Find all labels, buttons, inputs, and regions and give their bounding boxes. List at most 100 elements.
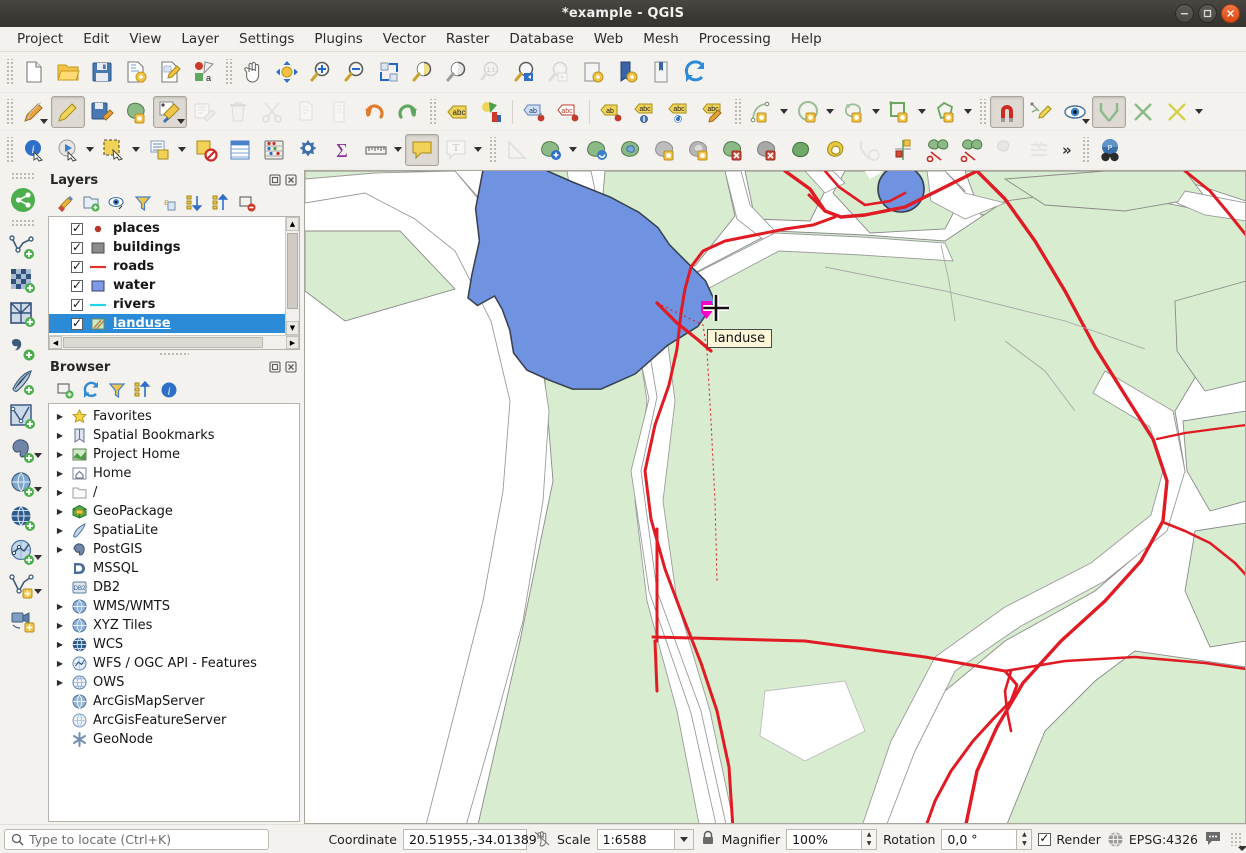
reshape-features-dropdown[interactable] [963,109,975,114]
magnifier-spin-buttons[interactable]: ▲▼ [862,829,877,850]
menu-view[interactable]: View [120,28,170,50]
map-canvas[interactable]: landuse [304,170,1246,824]
pin-labels-button[interactable]: abc [551,96,585,128]
offset-curve-dropdown[interactable] [1194,109,1206,114]
panel-splitter[interactable] [48,350,300,357]
add-delimited-text-layer-button[interactable] [3,332,43,366]
cut-features-button[interactable] [255,96,289,128]
select-features-button[interactable] [97,134,131,166]
statistical-summary-button[interactable]: Σ [325,134,359,166]
layer-visibility-checkbox[interactable] [71,223,83,235]
delete-part-button[interactable] [648,134,682,166]
render-checkbox[interactable] [1038,833,1051,846]
toolbar-grip-vector[interactable] [488,137,497,163]
scale-value[interactable]: 1:6588 [597,829,675,850]
menu-help[interactable]: Help [782,28,831,50]
split-features-button[interactable] [1126,96,1160,128]
show-map-tips-button[interactable] [405,134,439,166]
browser-item-geonode[interactable]: GeoNode [49,730,299,749]
offset-point-symbols-button[interactable] [886,134,920,166]
browser-panel-float-button[interactable] [268,360,282,374]
layer-row-places[interactable]: places [49,219,299,238]
browser-item-ows[interactable]: ▶OWS [49,673,299,692]
toolbar-grip[interactable] [5,59,14,85]
rotation-spin-buttons[interactable]: ▲▼ [1017,829,1032,850]
maximize-button[interactable] [1198,4,1217,23]
expand-arrow-icon[interactable]: ▶ [55,545,65,554]
delete-selected-button[interactable] [221,96,255,128]
add-wfs-layer-button[interactable] [3,536,43,570]
menu-edit[interactable]: Edit [74,28,118,50]
add-wcs-layer-button[interactable] [3,502,43,536]
expand-arrow-icon[interactable]: ▶ [55,488,65,497]
layers-panel-float-button[interactable] [268,173,282,187]
browser-tree[interactable]: ▶Favorites▶Spatial Bookmarks▶Project Hom… [48,403,300,822]
browser-item-mssql[interactable]: MSSQL [49,559,299,578]
browser-item-postgis[interactable]: ▶PostGIS [49,540,299,559]
rotate-feature-button[interactable] [883,96,917,128]
add-part-button[interactable] [534,134,568,166]
select-features-dropdown[interactable] [131,147,143,152]
layers-scroll-up-button[interactable]: ▲ [286,217,299,231]
zoom-last-button[interactable] [508,56,542,88]
copy-features-button[interactable] [289,96,323,128]
new-print-layout-button[interactable] [153,56,187,88]
run-feature-action-button[interactable] [51,134,85,166]
menu-settings[interactable]: Settings [230,28,303,50]
close-button[interactable] [1221,4,1240,23]
new-map-view-button[interactable] [610,56,644,88]
deselect-features-button[interactable] [189,134,223,166]
trim-extend-features-button[interactable] [920,134,954,166]
toolbar-grip-nav[interactable] [224,59,233,85]
add-mesh-layer-button[interactable] [3,298,43,332]
layer-visibility-checkbox[interactable] [71,318,83,330]
collapse-all-button[interactable] [208,192,233,214]
rotation-value[interactable]: 0,0 ° [941,829,1017,850]
merge-attributes-button[interactable] [988,134,1022,166]
plugins-button[interactable]: P [1093,134,1127,166]
split-features-ops-button[interactable] [954,134,988,166]
toolbar-overflow-button[interactable]: » [1056,141,1078,159]
add-raster-layer-button[interactable] [3,264,43,298]
browser-item-arcgisfeatureserver[interactable]: ArcGisFeatureServer [49,711,299,730]
annotation-dropdown[interactable] [473,147,485,152]
new-project-button[interactable] [17,56,51,88]
minimize-button[interactable] [1175,4,1194,23]
add-wms-layer-button[interactable] [3,468,43,502]
expand-arrow-icon[interactable]: ▶ [55,526,65,535]
expand-arrow-icon[interactable]: ▶ [55,431,65,440]
measure-dropdown[interactable] [393,147,405,152]
window-resize-grip[interactable] [1230,832,1242,846]
enable-snapping-button[interactable] [990,96,1024,128]
move-feature-dropdown[interactable] [871,109,883,114]
layer-styling-button[interactable] [474,96,508,128]
highlight-pinned-labels-button[interactable]: ab [517,96,551,128]
save-project-as-button[interactable] [119,56,153,88]
layer-row-rivers[interactable]: rivers [49,295,299,314]
split-parts-button[interactable] [818,134,852,166]
scale-combo[interactable]: 1:6588 [597,829,694,850]
remove-layer-button[interactable] [234,192,259,214]
redo-button[interactable] [391,96,425,128]
fill-ring-button[interactable] [580,134,614,166]
trim-extend-button[interactable] [1092,96,1126,128]
add-circular-string-dropdown[interactable] [779,109,791,114]
save-layer-edits-button[interactable] [85,96,119,128]
pan-to-selection-button[interactable] [270,56,304,88]
pan-map-button[interactable] [236,56,270,88]
filter-legend-expression-button[interactable]: ε [156,192,181,214]
merge-features-button[interactable] [750,134,784,166]
vertex-tool-button[interactable] [153,96,187,128]
layer-visibility-checkbox[interactable] [71,299,83,311]
rotate-point-symbols-button[interactable] [852,134,886,166]
open-attribute-table-button[interactable] [223,134,257,166]
layer-row-buildings[interactable]: buildings [49,238,299,257]
open-layer-styling-panel-button[interactable] [52,192,77,214]
layers-vscrollbar[interactable]: ▲ ▼ [285,217,299,335]
reverse-line-button[interactable] [784,134,818,166]
expand-arrow-icon[interactable]: ▶ [55,412,65,421]
browser-item-geopackage[interactable]: ▶GeoPackage [49,502,299,521]
expand-arrow-icon[interactable]: ▶ [55,469,65,478]
browser-item-project-home[interactable]: ▶Project Home [49,445,299,464]
layer-visibility-checkbox[interactable] [71,261,83,273]
